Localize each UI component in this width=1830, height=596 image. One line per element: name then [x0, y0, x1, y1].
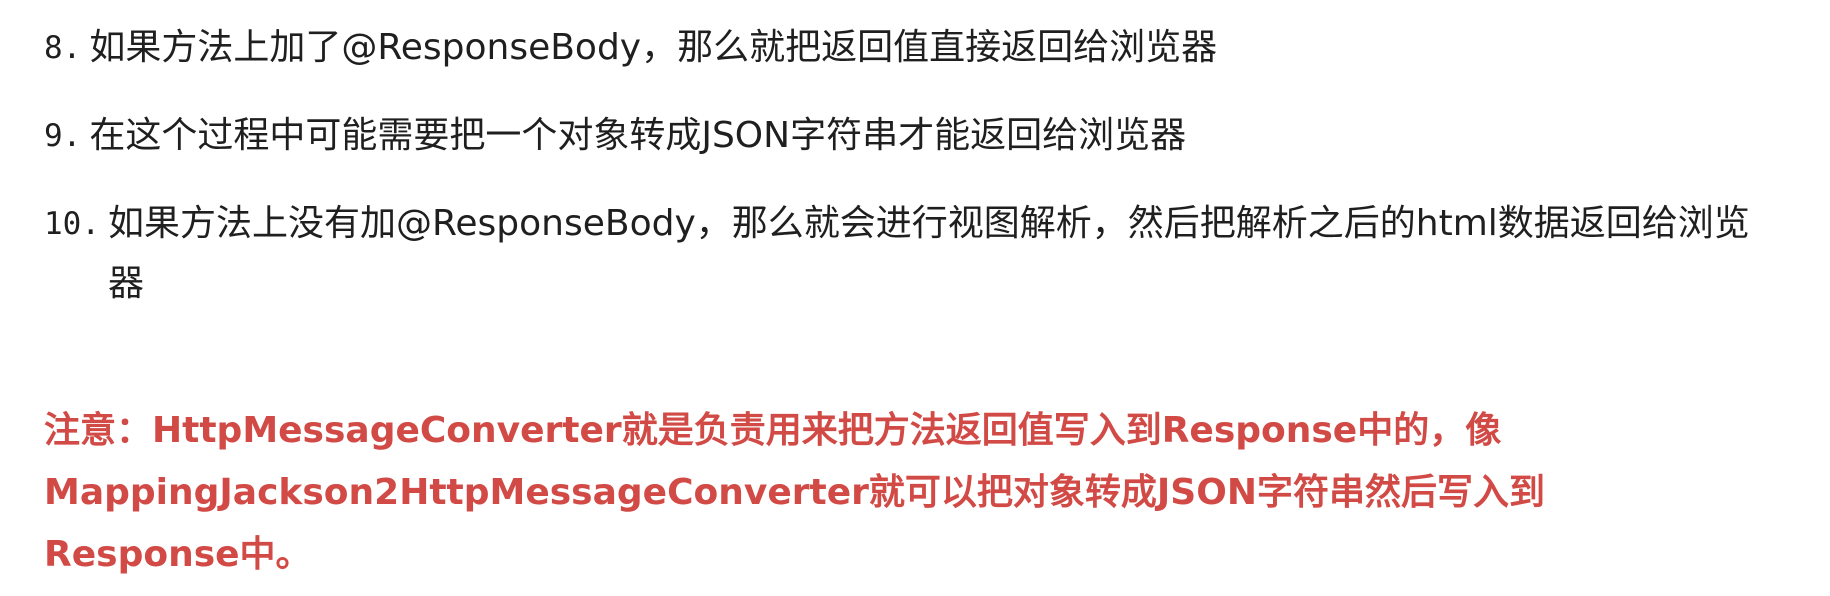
list-item-9: 9. 在这个过程中可能需要把一个对象转成JSON字符串才能返回给浏览器 [44, 106, 1806, 166]
list-item-10: 10. 如果方法上没有加@ResponseBody，那么就会进行视图解析，然后把… [44, 194, 1806, 314]
step-list: 8. 如果方法上加了@ResponseBody，那么就把返回值直接返回给浏览器 … [44, 18, 1806, 342]
list-item-number: 8. [44, 30, 82, 66]
list-item-8: 8. 如果方法上加了@ResponseBody，那么就把返回值直接返回给浏览器 [44, 18, 1806, 78]
list-item-text: 如果方法上没有加@ResponseBody，那么就会进行视图解析，然后把解析之后… [108, 203, 1750, 304]
list-item-number: 10. [44, 206, 100, 242]
list-item-text: 如果方法上加了@ResponseBody，那么就把返回值直接返回给浏览器 [89, 27, 1218, 68]
list-item-number: 9. [44, 118, 82, 154]
note-paragraph: 注意：HttpMessageConverter就是负责用来把方法返回值写入到Re… [44, 400, 1684, 586]
list-item-text: 在这个过程中可能需要把一个对象转成JSON字符串才能返回给浏览器 [89, 115, 1187, 156]
note-text: 注意：HttpMessageConverter就是负责用来把方法返回值写入到Re… [44, 410, 1545, 575]
